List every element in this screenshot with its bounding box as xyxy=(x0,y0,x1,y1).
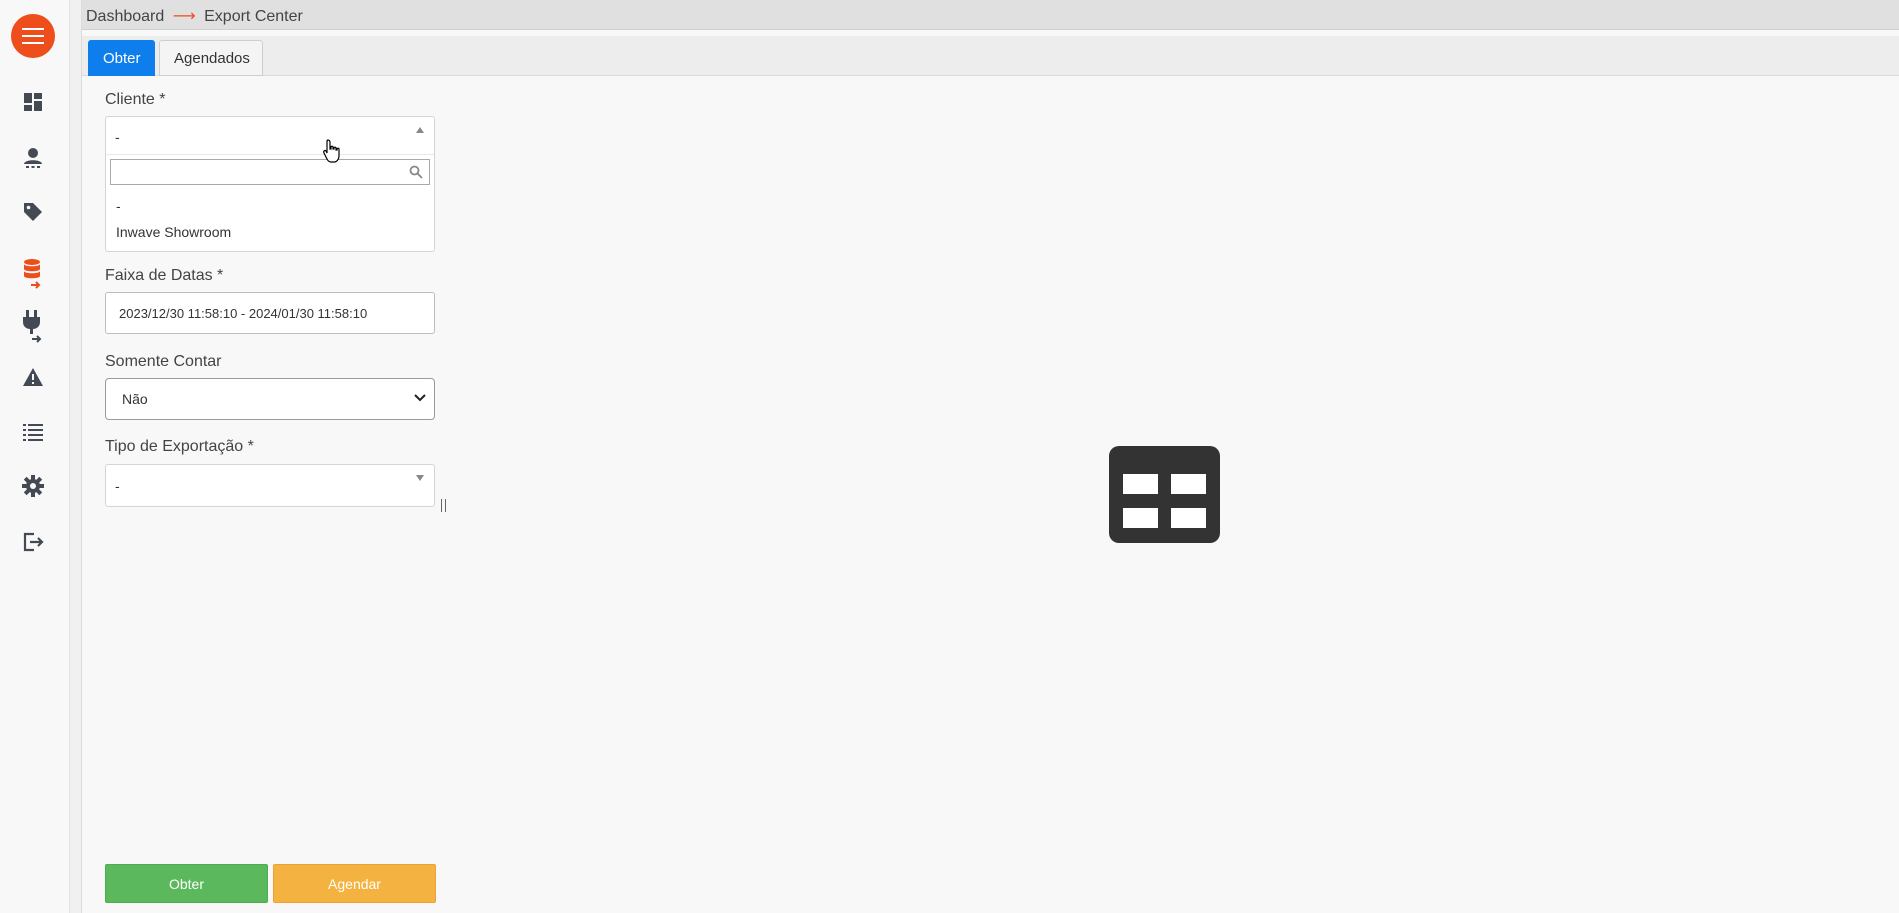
breadcrumb: Dashboard ⟶ Export Center xyxy=(86,6,303,26)
obter-button[interactable]: Obter xyxy=(105,864,268,903)
database-export-icon xyxy=(24,259,41,289)
menu-icon xyxy=(22,28,44,44)
plug-export-icon xyxy=(23,310,42,343)
somente-contar-value: Não xyxy=(122,391,148,407)
top-bar: Dashboard ⟶ Export Center xyxy=(82,0,1899,30)
chevron-down-icon xyxy=(414,394,426,402)
menu-button[interactable] xyxy=(11,14,55,58)
faixa-datas-label: Faixa de Datas * xyxy=(105,267,224,284)
logout-icon xyxy=(23,532,44,552)
breadcrumb-parent[interactable]: Dashboard xyxy=(86,8,164,25)
search-icon xyxy=(409,165,423,179)
panel-resize-handle[interactable] xyxy=(441,499,446,512)
cliente-search xyxy=(110,159,430,185)
cliente-selected-value: - xyxy=(115,129,120,145)
caret-up-icon xyxy=(416,127,424,133)
table-icon xyxy=(1109,446,1220,543)
tipo-exportacao-label: Tipo de Exportação * xyxy=(105,438,254,455)
dashboard-icon xyxy=(24,93,42,111)
sidebar-item-settings[interactable] xyxy=(21,474,45,498)
tab-agendados[interactable]: Agendados xyxy=(159,40,263,76)
sidebar-item-export-center[interactable] xyxy=(21,257,45,291)
tipo-exportacao-value: - xyxy=(115,478,120,494)
cliente-label: Cliente * xyxy=(105,91,166,108)
cliente-search-input[interactable] xyxy=(111,160,429,184)
cliente-select-header[interactable]: - xyxy=(106,117,434,155)
caret-down-icon xyxy=(416,475,424,481)
sidebar-item-alerts[interactable] xyxy=(21,365,45,389)
sidebar-item-dashboard[interactable] xyxy=(21,90,45,114)
warning-icon xyxy=(23,368,43,386)
sidebar-item-tags[interactable] xyxy=(21,200,45,224)
sidebar-item-logout[interactable] xyxy=(21,530,45,554)
faixa-datas-input[interactable]: 2023/12/30 11:58:10 - 2024/01/30 11:58:1… xyxy=(105,292,435,334)
sidebar-item-integrations[interactable] xyxy=(21,310,45,344)
tab-obter[interactable]: Obter xyxy=(88,40,155,76)
sidebar-item-users[interactable] xyxy=(21,146,45,170)
tab-bar: Obter Agendados xyxy=(82,36,1899,76)
somente-contar-select[interactable]: Não xyxy=(105,378,435,420)
cliente-select[interactable]: - - Inwave Showroom xyxy=(105,116,435,252)
agendar-button[interactable]: Agendar xyxy=(273,864,436,903)
sidebar-item-list[interactable] xyxy=(21,420,45,444)
page-frame xyxy=(70,0,82,913)
somente-contar-label: Somente Contar xyxy=(105,353,222,370)
tag-icon xyxy=(24,203,42,221)
cliente-option[interactable]: - xyxy=(116,198,121,214)
sidebar xyxy=(0,0,70,913)
gear-icon xyxy=(22,475,44,497)
tipo-exportacao-select[interactable]: - xyxy=(105,464,435,507)
cliente-option[interactable]: Inwave Showroom xyxy=(116,224,231,240)
list-icon xyxy=(23,424,43,441)
user-icon xyxy=(24,148,42,168)
breadcrumb-arrow-icon: ⟶ xyxy=(172,8,196,25)
hand-cursor-icon xyxy=(323,139,340,163)
breadcrumb-current: Export Center xyxy=(204,8,303,25)
